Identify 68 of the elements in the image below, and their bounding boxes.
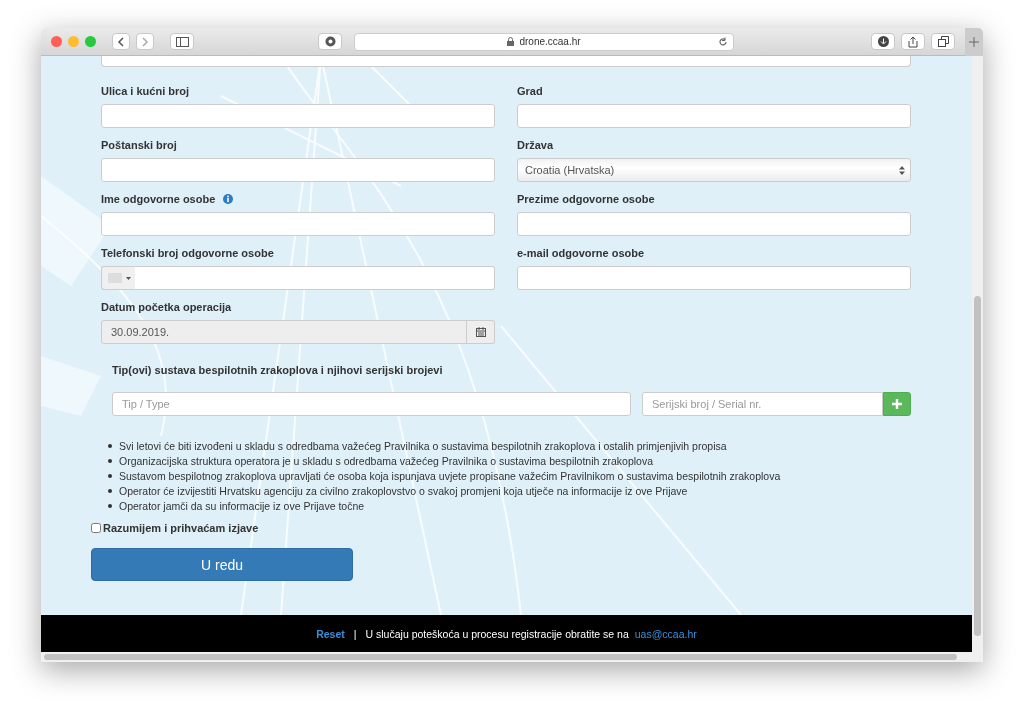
tabs-button[interactable] [931, 33, 955, 50]
field-label: Ulica i kućni broj [101, 85, 190, 97]
text-field[interactable] [101, 158, 495, 182]
scrollbar-thumb[interactable] [44, 654, 957, 660]
updown-icon [899, 165, 905, 175]
share-button[interactable] [901, 33, 925, 50]
field-label: Datum početka operacija [101, 301, 232, 313]
text-field[interactable] [517, 104, 911, 128]
info-icon[interactable] [223, 194, 234, 204]
calendar-icon [475, 327, 486, 337]
statement-text: Sustavom bespilotnog zrakoplova upravljati će osoba koja ispunjava uvjete propisane važećim Pravilnikom o sustavima bespilotnih zrakoplova [119, 469, 781, 482]
field-label: Ime odgovorne osobe [101, 193, 216, 205]
extension-button[interactable] [318, 33, 342, 50]
field-label: Poštanski broj [101, 139, 177, 151]
scrollbar-thumb[interactable] [974, 296, 981, 636]
chevron-left-icon [117, 36, 125, 47]
statement-text: Organizacijska struktura operatora je u skladu s odredbama važećeg Pravilnika o sustavima bespilotnih zrakoplova [119, 454, 654, 467]
field-label: Telefonski broj odgovorne osobe [101, 247, 274, 259]
reload-icon[interactable] [718, 36, 728, 47]
download-button[interactable] [871, 33, 895, 50]
accept-checkbox[interactable] [91, 523, 101, 533]
minimize-icon[interactable] [68, 36, 79, 47]
address-bar[interactable]: drone.ccaa.hr [354, 32, 734, 51]
bullet-icon [108, 473, 112, 478]
sidebar-button[interactable] [170, 33, 194, 50]
submit-button[interactable]: U redu [91, 548, 353, 581]
checkbox-label: Razumijem i prihvaćam izjave [103, 522, 259, 534]
name-field[interactable] [101, 56, 911, 67]
separator-text: | [353, 627, 357, 640]
text-field[interactable] [517, 212, 911, 236]
statement-text: Operator jamči da su informacije iz ove Prijave točne [119, 499, 365, 512]
field-label: e-mail odgovorne osobe [517, 247, 645, 259]
bullet-icon [108, 503, 112, 508]
type-field[interactable]: Tip / Type [112, 392, 631, 416]
plus-icon [892, 399, 902, 409]
serial-number-field[interactable]: Serijski broj / Serial nr. [642, 392, 883, 416]
chevron-right-icon [141, 36, 149, 47]
plus-icon [969, 36, 979, 47]
email-link[interactable]: uas@ccaa.hr [634, 627, 697, 640]
sidebar-icon [175, 36, 189, 47]
statement-text: Svi letovi će biti izvođeni u skladu s odredbama važećeg Pravilnika o sustavima bespilotnih zrakoplova i ostalih primjenjivih propisa [119, 439, 727, 452]
field-label: Prezime odgovorne osobe [517, 193, 655, 205]
bullet-icon [108, 458, 112, 463]
text-field[interactable] [517, 266, 911, 290]
field-label: Država [517, 139, 554, 151]
date-field[interactable]: 30.09.2019. [101, 320, 467, 344]
reset-link[interactable]: Reset [316, 627, 345, 640]
section-title: Tip(ovi) sustava bespilotnih zrakoplova i njihovi serijski brojevi [112, 364, 444, 376]
lock-icon [507, 37, 515, 46]
download-icon [877, 36, 889, 47]
forward-button[interactable] [136, 33, 154, 50]
country-select[interactable]: Croatia (Hrvatska) [517, 158, 911, 182]
back-button[interactable] [112, 33, 130, 50]
new-tab-button[interactable] [965, 28, 983, 56]
share-icon [908, 35, 918, 48]
bullet-icon [108, 488, 112, 493]
ring-icon [324, 36, 336, 47]
calendar-button[interactable] [467, 320, 495, 344]
add-button[interactable] [883, 392, 911, 416]
help-text: U slučaju poteškoća u procesu registracije obratite se na [365, 627, 629, 640]
field-label: Grad [517, 85, 543, 97]
close-icon[interactable] [51, 36, 62, 47]
zoom-icon[interactable] [85, 36, 96, 47]
statement-text: Operator će izvijestiti Hrvatsku agenciju za civilno zrakoplovstvo o svakoj promjeni koja utječe na informacije iz ove Prijave [119, 484, 688, 497]
text-field[interactable] [101, 104, 495, 128]
text-field[interactable] [101, 212, 495, 236]
bullet-icon [108, 443, 112, 448]
tabs-icon [937, 36, 949, 47]
